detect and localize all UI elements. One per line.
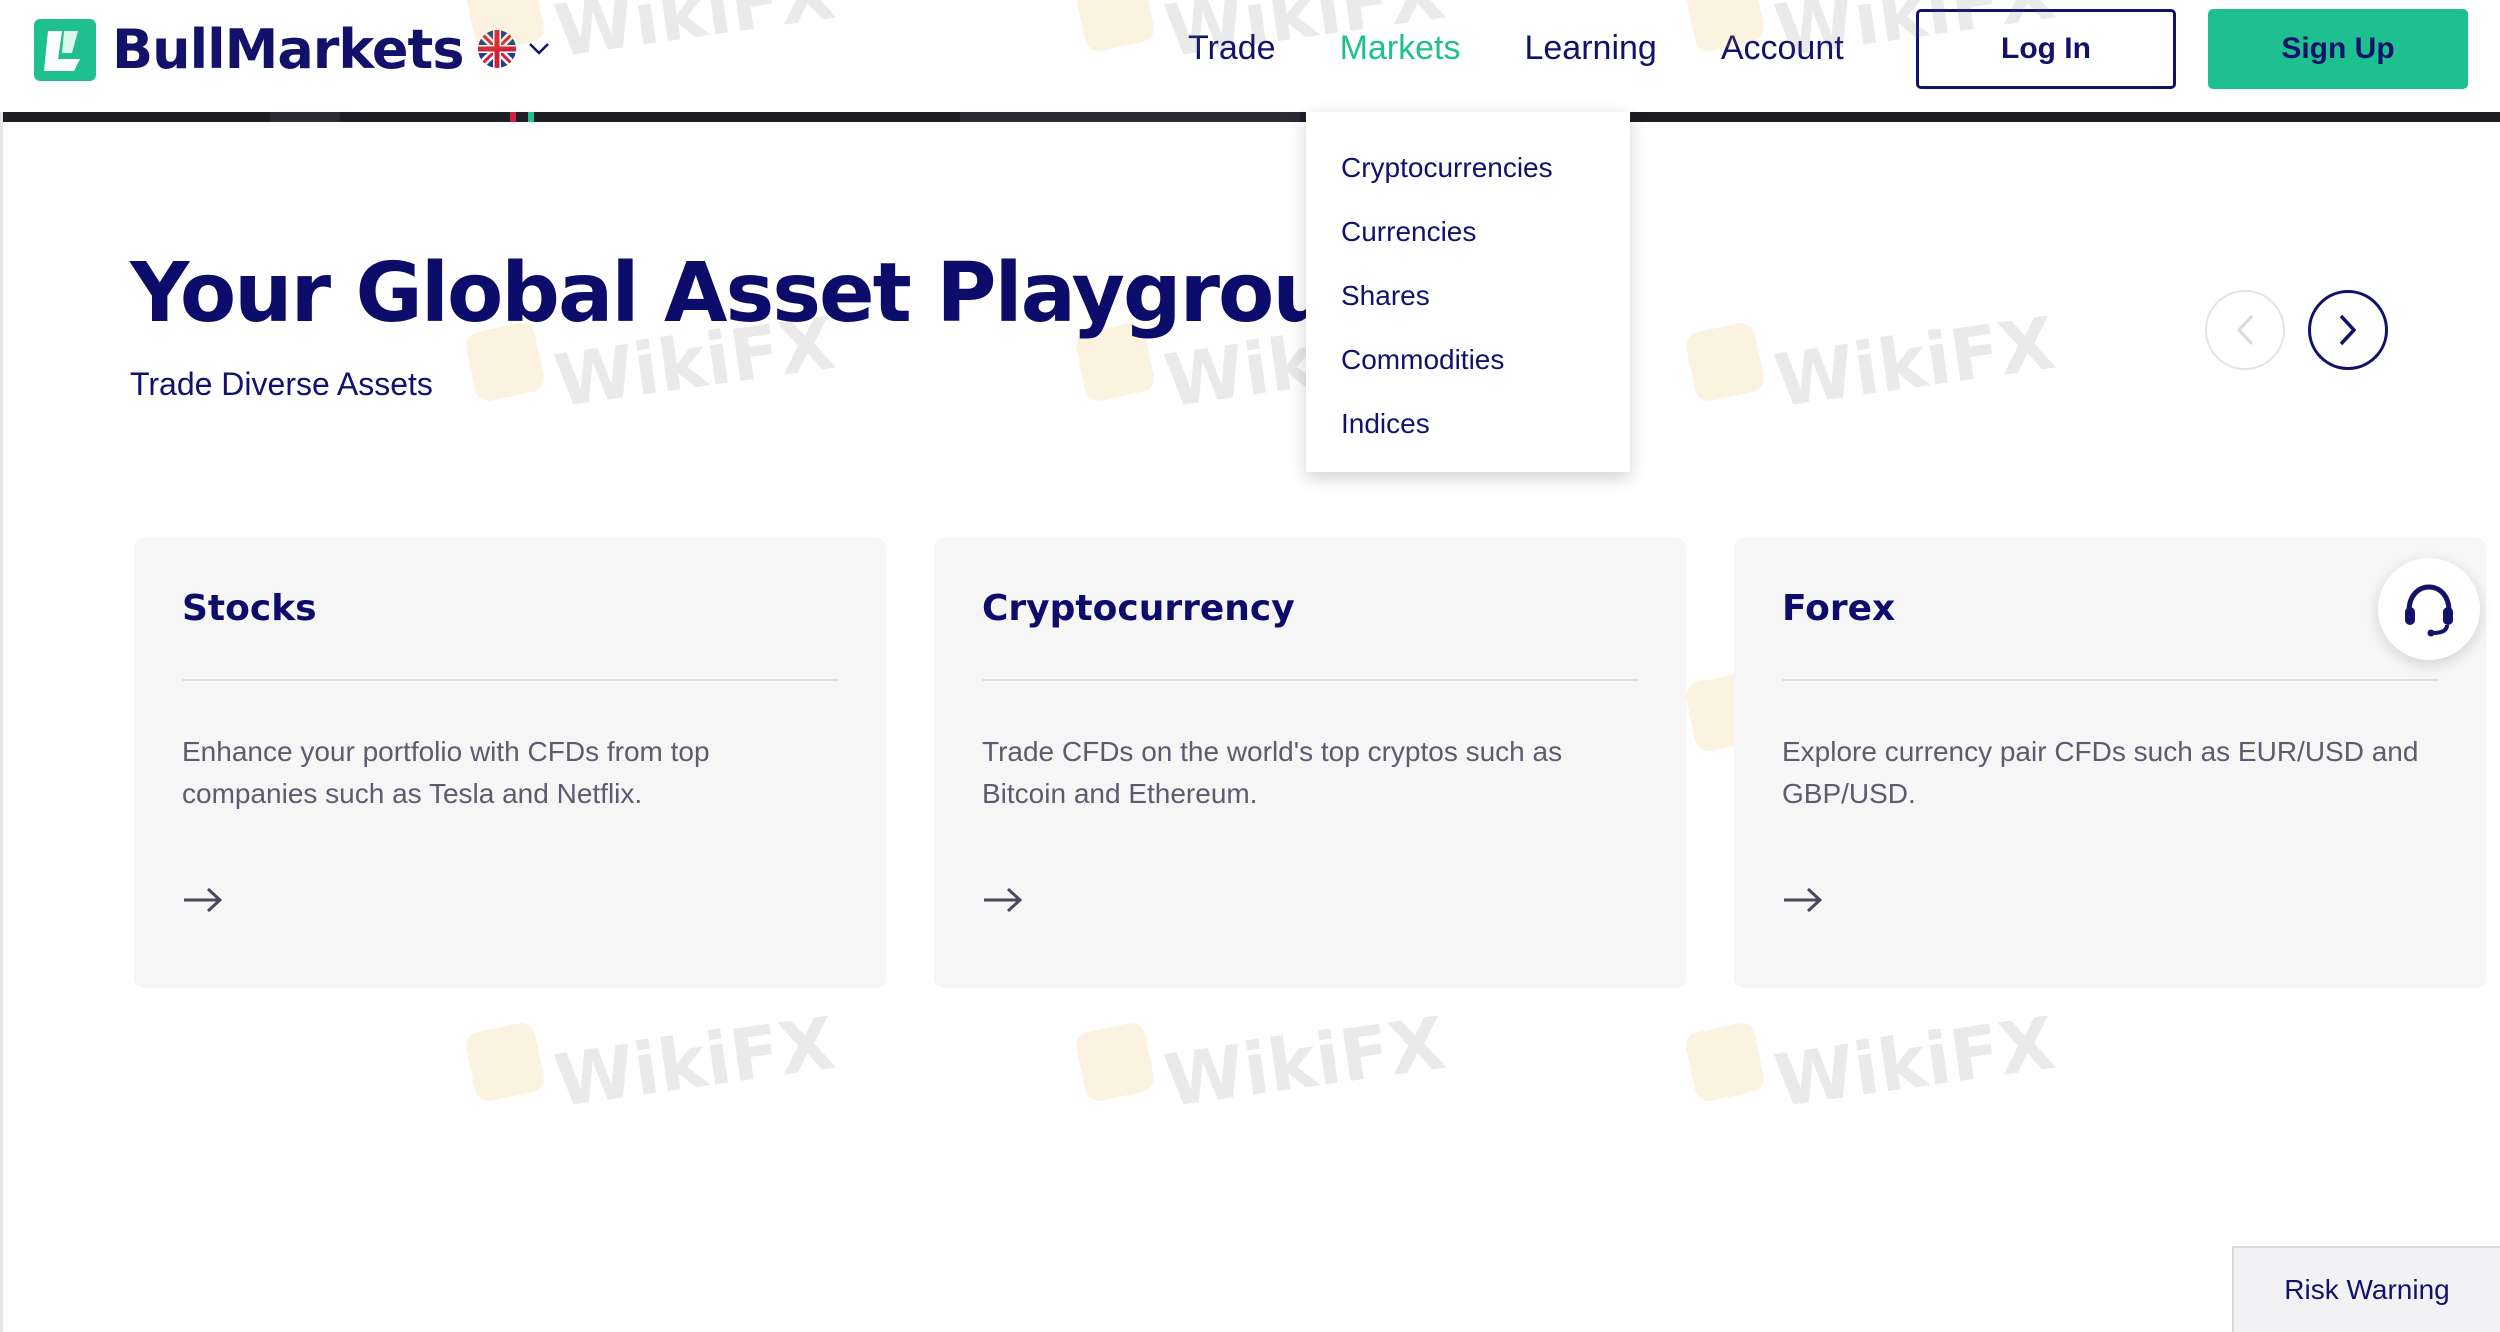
brand-name: BullMarkets	[112, 18, 464, 81]
login-button[interactable]: Log In	[1916, 9, 2176, 89]
card-divider	[182, 679, 838, 681]
risk-warning-button[interactable]: Risk Warning	[2232, 1246, 2500, 1332]
arrow-right-icon[interactable]	[1782, 886, 1824, 914]
ticker-strip	[0, 112, 2500, 122]
wikifx-logo-icon	[463, 1020, 547, 1104]
carousel-next-button[interactable]	[2308, 290, 2388, 370]
site-header: BullMarkets Trade Markets Learning Accou…	[0, 0, 2500, 112]
chevron-right-icon	[2339, 314, 2357, 346]
watermark: WikiFX	[1683, 1001, 2060, 1123]
brand-logo[interactable]: BullMarkets	[34, 18, 464, 81]
card-divider	[1782, 679, 2438, 681]
menu-item-shares[interactable]: Shares	[1306, 270, 1630, 334]
uk-flag-icon	[478, 30, 516, 68]
headset-icon	[2405, 584, 2453, 637]
menu-item-indices[interactable]: Indices	[1306, 398, 1630, 462]
support-chat-button[interactable]	[2378, 558, 2480, 660]
card-title: Forex	[1782, 588, 1896, 629]
watermark: WikiFX	[1683, 301, 2060, 423]
menu-item-cryptocurrencies[interactable]: Cryptocurrencies	[1306, 142, 1630, 206]
card-description: Enhance your portfolio with CFDs from to…	[182, 736, 710, 809]
arrow-right-icon[interactable]	[982, 886, 1024, 914]
nav-account[interactable]: Account	[1721, 26, 1844, 70]
asset-card-stocks[interactable]: Stocks Enhance your portfolio with CFDs …	[134, 538, 886, 988]
hero-subtitle: Trade Diverse Assets	[130, 366, 433, 402]
page-edge	[0, 112, 3, 1332]
watermark: WikiFX	[463, 1001, 840, 1123]
signup-button[interactable]: Sign Up	[2208, 9, 2468, 89]
card-description: Explore currency pair CFDs such as EUR/U…	[1782, 736, 2419, 809]
card-divider	[982, 679, 1638, 681]
wikifx-logo-icon	[1683, 320, 1767, 404]
menu-item-currencies[interactable]: Currencies	[1306, 206, 1630, 270]
language-selector[interactable]	[478, 30, 550, 68]
nav-markets[interactable]: Markets	[1340, 26, 1461, 70]
markets-dropdown-menu: Cryptocurrencies Currencies Shares Commo…	[1306, 112, 1630, 472]
wikifx-logo-icon	[1683, 1020, 1767, 1104]
bull-logo-icon	[34, 18, 96, 81]
card-description: Trade CFDs on the world's top cryptos su…	[982, 736, 1563, 809]
card-title: Cryptocurrency	[982, 588, 1295, 629]
asset-card-forex[interactable]: Forex Explore currency pair CFDs such as…	[1734, 538, 2486, 988]
carousel-prev-button[interactable]	[2205, 290, 2285, 370]
asset-card-cryptocurrency[interactable]: Cryptocurrency Trade CFDs on the world's…	[934, 538, 1686, 988]
wikifx-logo-icon	[1073, 1020, 1157, 1104]
arrow-right-icon[interactable]	[182, 886, 224, 914]
main-nav: Trade Markets Learning Account	[1188, 26, 1908, 70]
card-title: Stocks	[182, 588, 317, 629]
menu-item-commodities[interactable]: Commodities	[1306, 334, 1630, 398]
nav-learning[interactable]: Learning	[1524, 26, 1656, 70]
hero-title: Your Global Asset Playground	[130, 246, 1444, 341]
watermark: WikiFX	[1073, 1001, 1450, 1123]
nav-trade[interactable]: Trade	[1188, 26, 1276, 70]
chevron-left-icon	[2236, 314, 2254, 346]
chevron-down-icon	[529, 43, 549, 55]
